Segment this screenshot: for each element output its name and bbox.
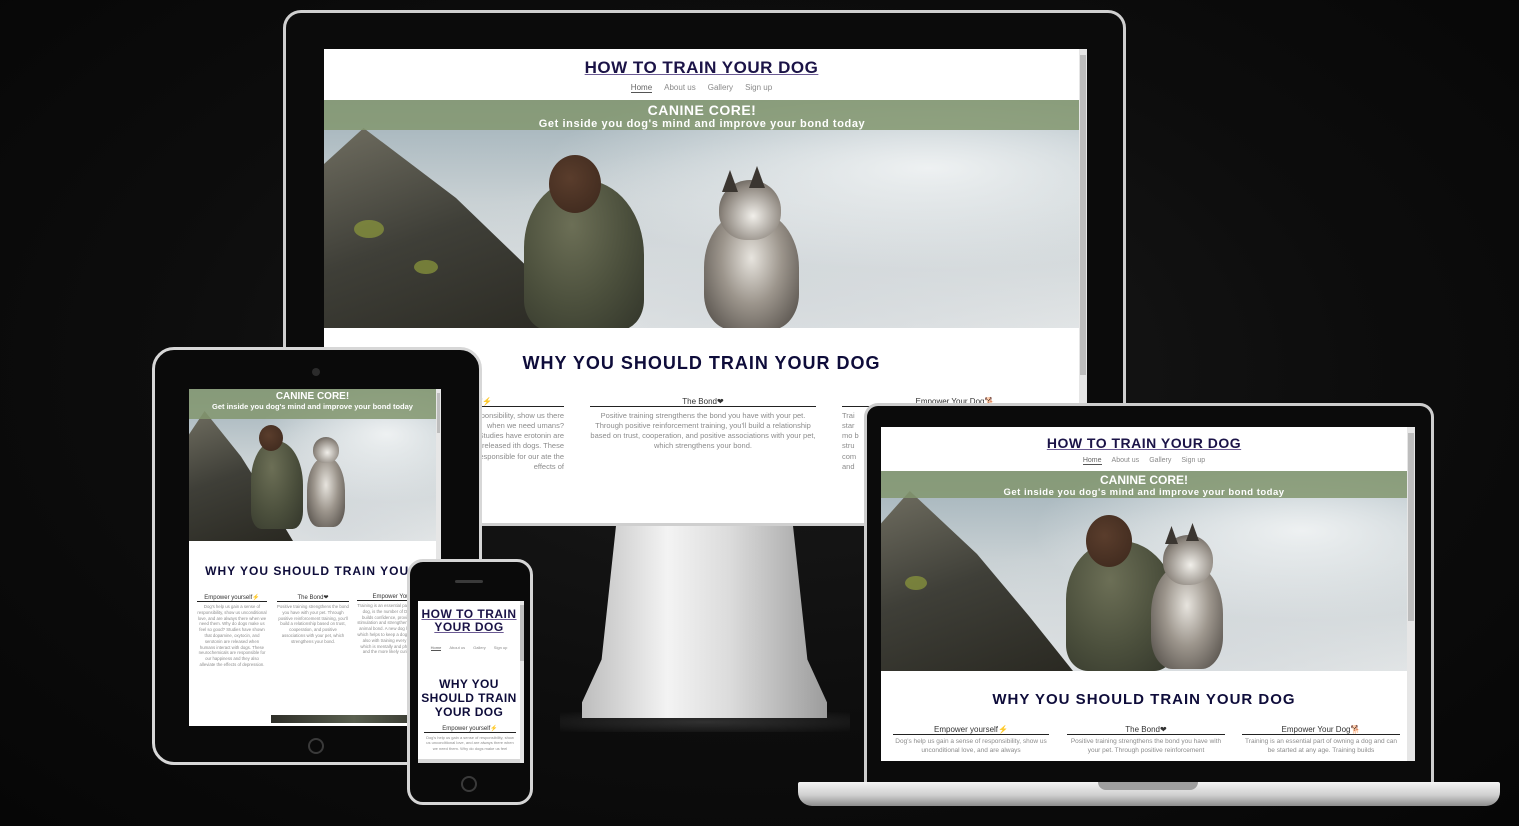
hero-image: CANINE CORE! Get inside you dog's mind a… [881,471,1407,671]
hero-banner: CANINE CORE! Get inside you dog's mind a… [881,471,1407,498]
phone-speaker [455,580,483,583]
phone-home-button[interactable] [461,776,477,792]
feature-column-2: The Bond❤ Positive training strengthens … [1067,725,1225,756]
feature-column-1: Empower yourself⚡ Dog's help us gain a s… [893,725,1049,756]
hero-moss [905,576,927,590]
nav-signup[interactable]: Sign up [1181,457,1205,465]
hero-subheading: Get inside you dog's mind and improve yo… [212,402,413,411]
hero-dog [307,457,345,527]
hero-subheading: Get inside you dog's mind and improve yo… [538,118,866,130]
feature-text: Dog's help us gain a sense of responsibi… [895,738,1047,754]
page-title[interactable]: HOW TO TRAIN YOUR DOG [324,58,1079,78]
hero-banner: CANINE CORE! Get inside you dog's mind a… [189,389,436,419]
feature-heading: Empower yourself⚡ [197,594,267,602]
feature-text: Dog's help us gain a sense of responsibi… [197,604,267,667]
main-nav: Home About us Gallery Sign up [418,645,520,651]
main-nav: Home About us Gallery Sign up [881,457,1407,465]
hero-person-head [259,425,283,451]
tablet-home-button[interactable] [308,738,324,754]
scrollbar-thumb[interactable] [520,605,524,661]
hero-image: CANINE CORE! Get inside you dog's mind a… [189,389,436,541]
feature-text: Dog's help us gain a sense of responsibi… [426,735,514,751]
horizontal-scrollbar[interactable] [418,759,520,763]
hero-heading: CANINE CORE! [275,391,350,402]
feature-heading: The Bond❤ [1067,725,1225,735]
feature-text: Training is an essential part of owning … [1245,738,1397,754]
feature-heading: The Bond❤ [277,594,349,602]
feature-column-3: Empower Your Dog🐕 Training is an essenti… [1242,725,1400,756]
nav-about[interactable]: About us [1112,457,1140,465]
page-title[interactable]: HOW TO TRAIN YOUR DOG [881,435,1407,451]
hero-person-head [1086,515,1132,567]
feature-text: Positive training strengthens the bond y… [1070,738,1222,754]
feature-text: Trai star mo b stru com and [842,411,859,471]
phone-screen: HOW TO TRAIN YOUR DOG Home About us Gall… [418,601,524,763]
hero-heading: CANINE CORE! [1099,473,1188,487]
nav-gallery[interactable]: Gallery [708,83,733,93]
nav-about[interactable]: About us [449,645,465,651]
feature-text: Positive training strengthens the bond y… [277,604,349,644]
feature-heading: Empower yourself⚡ [424,725,516,733]
scrollbar-thumb[interactable] [1080,55,1086,375]
tablet-camera [312,368,320,376]
hero-subheading: Get inside you dog's mind and improve yo… [1003,487,1285,498]
hero-person [251,441,303,529]
feature-heading: Empower yourself⚡ [893,725,1049,735]
hero-heading: CANINE CORE! [647,102,757,118]
nav-signup[interactable]: Sign up [494,645,508,651]
hero-dog-head [313,437,339,463]
feature-heading: Empower Your Dog🐕 [1242,725,1400,735]
feature-column-1: Empower yourself⚡ Dog's help us gain a s… [197,594,267,668]
nav-signup[interactable]: Sign up [745,83,772,93]
main-nav: Home About us Gallery Sign up [324,83,1079,93]
nav-gallery[interactable]: Gallery [473,645,486,651]
imac-stand [582,523,827,718]
section-title: WHY YOU SHOULD TRAIN YOUR DOG [418,677,520,719]
nav-home[interactable]: Home [630,83,653,93]
laptop-screen: HOW TO TRAIN YOUR DOG Home About us Gall… [881,427,1415,761]
feature-text: Positive training strengthens the bond y… [590,411,816,451]
nav-gallery[interactable]: Gallery [1149,457,1171,465]
section-title-line: WHY YOU [439,677,499,691]
section-title: WHY YOU SHOULD TRAIN YOUR DOG [992,691,1296,708]
nav-home[interactable]: Home [430,645,442,651]
feature-column-2: The Bond❤ Positive training strengthens … [277,594,349,645]
feature-heading: The Bond❤ [590,397,816,407]
page-title-line: YOUR DOG [434,620,504,634]
section-title: WHY YOU SHOULD TRAIN YOUR D [205,564,433,578]
nav-about[interactable]: About us [664,83,696,93]
section-title-line: YOUR DOG [434,705,504,719]
nav-home[interactable]: Home [1082,457,1102,465]
hero-moss [414,260,438,274]
hero-moss [354,220,384,238]
feature-column-2: The Bond❤ Positive training strengthens … [590,397,816,452]
scrollbar-thumb[interactable] [1408,433,1414,621]
feature-column-1: Empower yourself⚡ Dog's help us gain a s… [424,725,516,751]
tablet-screen: CANINE CORE! Get inside you dog's mind a… [189,389,441,726]
section-title-line: SHOULD TRAIN [421,691,517,705]
hero-person-head [549,155,601,213]
laptop-notch [1098,782,1198,790]
page-title[interactable]: HOW TO TRAIN YOUR DOG [418,608,520,634]
hero-banner: CANINE CORE! Get inside you dog's mind a… [324,100,1080,130]
hero-image: CANINE CORE! Get inside you dog's mind a… [324,100,1080,328]
scrollbar-thumb[interactable] [437,393,440,433]
